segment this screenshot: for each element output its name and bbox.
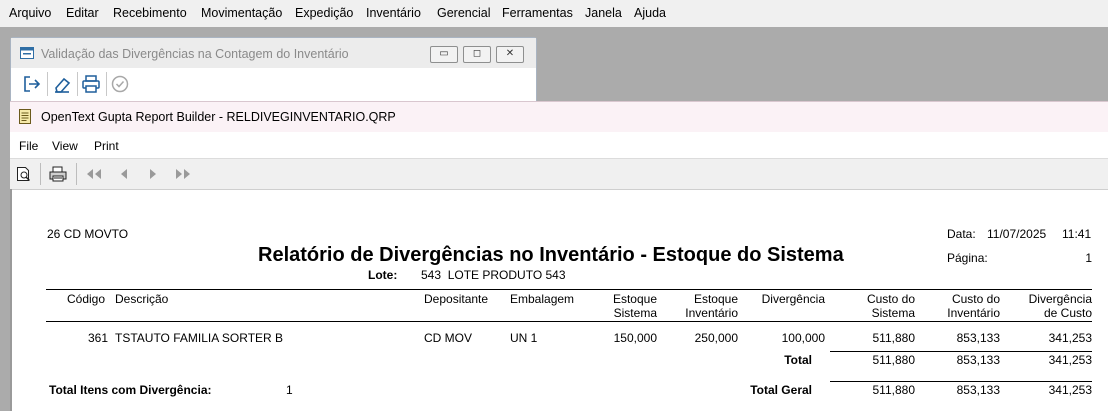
first-page-icon [84,168,104,180]
toolbar-separator [76,163,77,185]
grand-total-custo-sistema: 511,880 [872,383,916,397]
report-title: Relatório de Divergências no Inventário … [258,244,844,266]
total-rule [830,351,1092,352]
print-icon[interactable] [48,165,68,183]
close-button[interactable]: ✕ [496,46,524,63]
col-custo-inventario: Custo do [951,292,1000,306]
cell-divergencia: 100,000 [781,331,825,345]
menu-print[interactable]: Print [94,139,119,153]
col-estoque-inventario: Estoque [693,292,738,306]
cell-estoque-inventario: 250,000 [694,331,738,345]
cell-descricao: TSTAUTO FAMILIA SORTER B [115,331,284,345]
menu-arquivo[interactable]: Arquivo [9,6,51,20]
window-form-icon [20,47,34,59]
menu-janela[interactable]: Janela [585,6,622,20]
cell-depositante: CD MOV [424,331,472,345]
cell-divergencia-custo: 341,253 [1048,331,1092,345]
grand-total-rule [830,381,1092,382]
grand-total-custo-inventario: 853,133 [956,383,1000,397]
confirm-icon [108,72,132,96]
cell-embalagem: UN 1 [510,331,538,345]
main-menu-bar: Arquivo Editar Recebimento Movimentação … [0,0,1108,27]
grand-total-label: Total Geral [750,383,812,397]
total-itens-value: 1 [286,383,293,397]
lote-label: Lote: [368,268,398,282]
header-top-rule [46,289,1092,290]
cell-custo-sistema: 511,880 [872,331,916,345]
report-toolbar [10,158,1108,190]
company-name: 26 CD MOVTO [47,227,129,241]
toolbar-separator [106,72,107,96]
eraser-icon[interactable] [50,72,74,96]
menu-inventario[interactable]: Inventário [366,6,421,20]
total-label: Total [784,353,812,367]
menu-file[interactable]: File [19,139,38,153]
exit-icon[interactable] [20,72,44,96]
col-custo-inventario-2: Inventário [947,306,1000,320]
col-depositante: Depositante [424,292,489,306]
col-estoque-sistema-2: Sistema [613,306,657,320]
validation-window-title: Validação das Divergências na Contagem d… [41,47,349,61]
cell-estoque-sistema: 150,000 [613,331,657,345]
validation-titlebar: Validação das Divergências na Contagem d… [11,38,536,68]
total-itens-label: Total Itens com Divergência: [49,383,212,397]
total-divergencia-custo: 341,253 [1048,353,1092,367]
col-divergencia: Divergência [761,292,825,306]
col-estoque-sistema: Estoque [612,292,657,306]
date-value: 11/07/2025 [987,227,1047,241]
cell-codigo: 361 [87,331,108,345]
toolbar-separator [47,72,48,96]
maximize-button[interactable]: ◻ [463,46,491,63]
preview-icon[interactable] [16,166,32,182]
menu-ferramentas[interactable]: Ferramentas [502,6,573,20]
col-estoque-inventario-2: Inventário [685,306,738,320]
previous-page-icon [119,168,129,180]
menu-recebimento[interactable]: Recebimento [113,6,187,20]
report-menu-bar: File View Print [10,132,1108,158]
menu-editar[interactable]: Editar [66,6,99,20]
col-descricao: Descrição [115,292,169,306]
header-bottom-rule [46,321,1092,322]
col-embalagem: Embalagem [510,292,575,306]
print-icon[interactable] [79,72,103,96]
report-window-title: OpenText Gupta Report Builder - RELDIVEG… [41,110,396,124]
toolbar-separator [77,72,78,96]
menu-gerencial[interactable]: Gerencial [437,6,491,20]
last-page-icon [173,168,193,180]
col-custo-sistema: Custo do [866,292,915,306]
total-custo-inventario: 853,133 [956,353,1000,367]
time-value: 11:41 [1062,227,1092,241]
page-number: 1 [1085,251,1092,265]
col-divergencia-custo-2: de Custo [1043,306,1092,320]
page-label: Página: [947,251,988,265]
col-custo-sistema-2: Sistema [871,306,915,320]
minimize-button[interactable]: ▭ [430,46,458,63]
col-codigo: Código [67,292,106,306]
total-custo-sistema: 511,880 [872,353,916,367]
next-page-icon [148,168,158,180]
grand-total-divergencia-custo: 341,253 [1048,383,1092,397]
menu-expedicao[interactable]: Expedição [295,6,353,20]
col-divergencia-custo: Divergência [1028,292,1092,306]
menu-ajuda[interactable]: Ajuda [634,6,666,20]
date-label: Data: [947,227,976,241]
lote-value: 543 LOTE PRODUTO 543 [421,268,566,282]
report-doc-icon [19,109,31,124]
menu-view[interactable]: View [52,139,78,153]
report-titlebar: OpenText Gupta Report Builder - RELDIVEG… [10,101,1108,132]
cell-custo-inventario: 853,133 [956,331,1000,345]
toolbar-separator [40,163,41,185]
menu-movimentacao[interactable]: Movimentação [201,6,282,20]
